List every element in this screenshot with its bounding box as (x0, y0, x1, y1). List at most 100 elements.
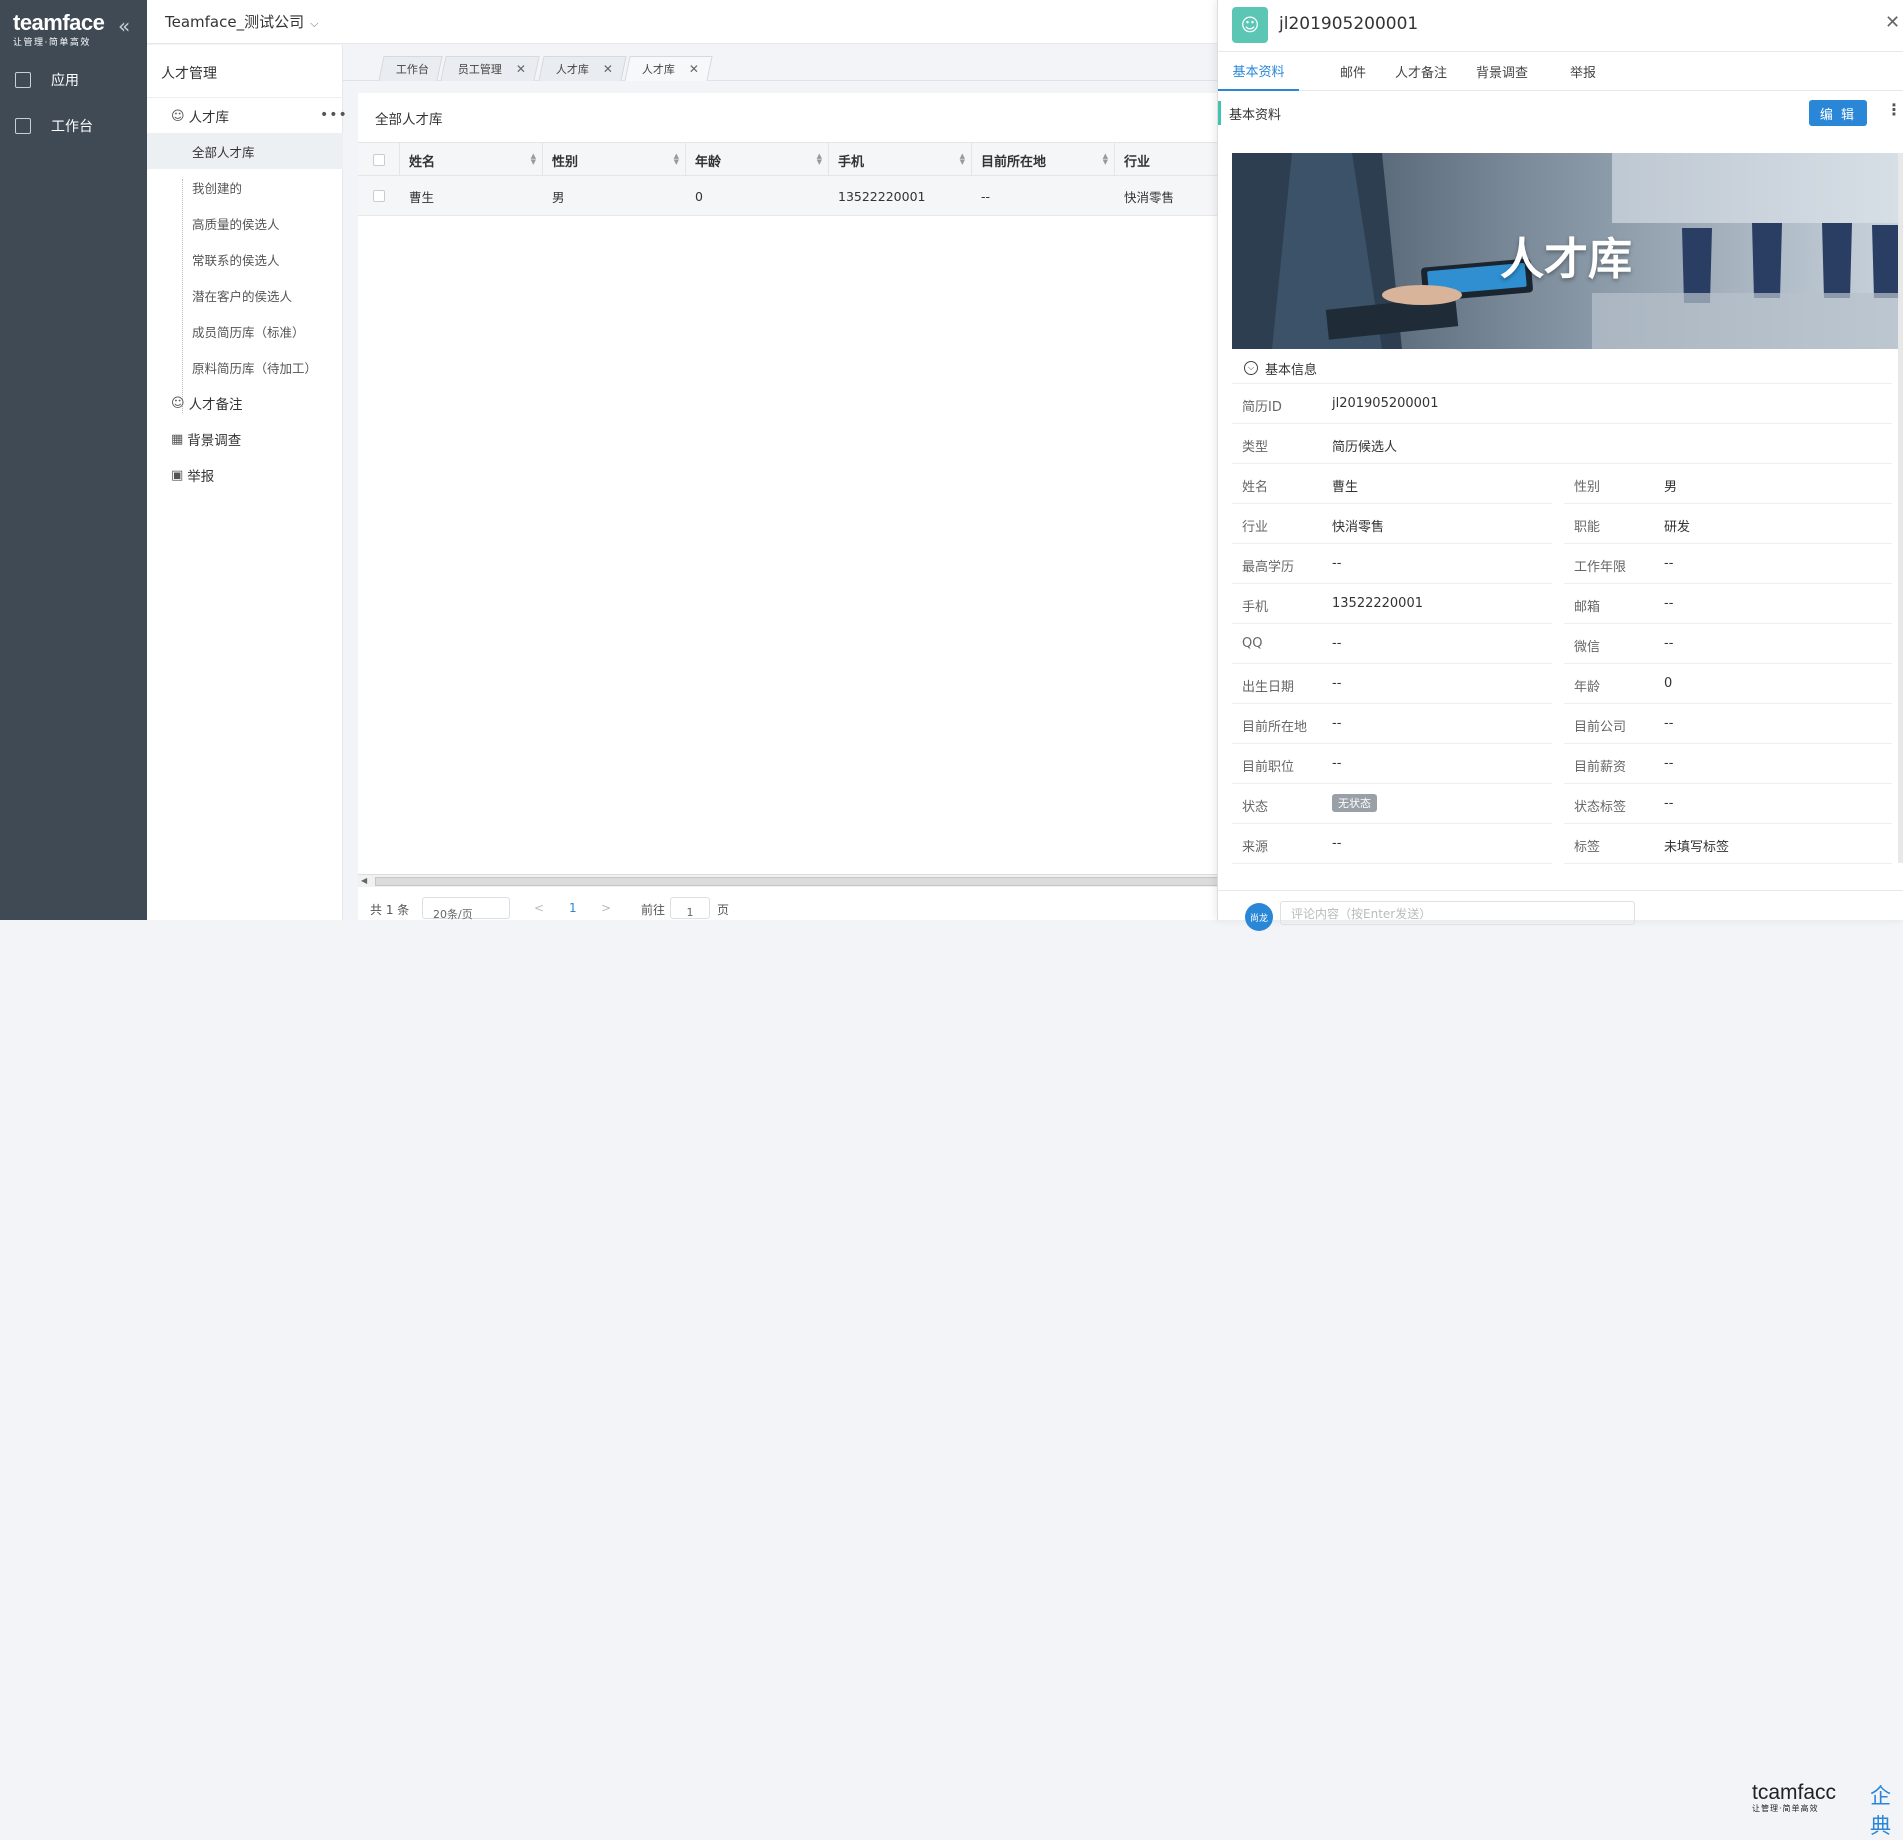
field-row: 状态 无状态 (1232, 784, 1552, 824)
select-all-cell (358, 143, 400, 177)
logo-text: teamface (13, 10, 105, 35)
select-all-checkbox[interactable] (372, 154, 385, 166)
tab-employee-management[interactable]: 员工管理 ✕ (440, 56, 540, 81)
column-header-age[interactable]: 年龄 ▲ ▼ (686, 143, 829, 177)
sort-icon[interactable]: ▲ ▼ (531, 153, 536, 166)
field-label: 手机 (1242, 600, 1269, 615)
close-icon[interactable]: ✕ (689, 62, 699, 76)
tree-leaf-high-quality[interactable]: 高质量的侯选人 (147, 205, 343, 241)
field-value: 快消零售 (1332, 520, 1385, 535)
tab-label: 员工管理 (457, 63, 502, 76)
next-page-icon[interactable]: > (601, 901, 611, 915)
field-row: 邮箱 -- (1564, 584, 1892, 624)
logo[interactable]: teamface 让管理·简单高效 (13, 10, 105, 49)
field-row: 姓名 曹生 (1232, 464, 1552, 504)
field-label: 简历ID (1242, 400, 1282, 415)
edit-button[interactable]: 编 辑 (1809, 100, 1867, 126)
field-value: -- (1664, 716, 1674, 731)
page-number[interactable]: 1 (569, 901, 577, 915)
sort-icon[interactable]: ▲ ▼ (674, 153, 679, 166)
people-icon: ☺ (171, 395, 185, 411)
vertical-scrollbar[interactable] (1898, 153, 1903, 863)
page-size-select[interactable]: 20条/页 (422, 897, 510, 921)
brand-slogan: 让管理·简单高效 (1752, 1804, 1819, 1813)
tab-basic-info[interactable]: 基本资料 (1218, 52, 1299, 91)
tab-talent-pool-2[interactable]: 人才库 ✕ (624, 56, 713, 81)
field-value: -- (1664, 796, 1674, 811)
field-value: 研发 (1664, 520, 1691, 535)
company-selector[interactable]: Teamface_测试公司 ⌵ (165, 11, 318, 32)
more-vertical-icon[interactable]: ⋮ (1886, 100, 1902, 119)
banner-image: 人才库 (1232, 153, 1901, 349)
field-row: 职能 研发 (1564, 504, 1892, 544)
tab-workbench[interactable]: 工作台 (378, 56, 443, 81)
field-label: 标签 (1574, 840, 1601, 855)
field-label: 状态标签 (1574, 800, 1627, 815)
field-label: 来源 (1242, 840, 1269, 855)
column-label: 年龄 (695, 154, 722, 170)
field-value: -- (1664, 756, 1674, 771)
scroll-left-icon[interactable]: ◀ (361, 876, 367, 885)
nav-item-apps[interactable]: 应用 (0, 60, 147, 100)
nav-item-workbench[interactable]: 工作台 (0, 106, 147, 146)
tree-node-label: 人才备注 (188, 397, 243, 413)
collapse-nav-icon[interactable]: « (118, 14, 130, 38)
tree-node-background-check[interactable]: ▦ 背景调查 (171, 429, 241, 450)
sort-icon[interactable]: ▲ ▼ (817, 153, 822, 166)
field-row: 行业 快消零售 (1232, 504, 1552, 544)
goto-label: 前往 (641, 903, 666, 917)
tree-leaf-all[interactable]: 全部人才库 (147, 133, 343, 169)
tab-report[interactable]: 举报 (1570, 52, 1596, 91)
row-checkbox[interactable] (373, 190, 385, 202)
group-toggle-basic-info[interactable]: ⌵ 基本信息 (1232, 353, 1892, 384)
tree-leaf-mine[interactable]: 我创建的 (147, 169, 343, 205)
tree-node-talent-pool[interactable]: ☺ 人才库 (171, 106, 230, 127)
close-icon[interactable]: ✕ (516, 62, 526, 76)
table-header: 姓名 ▲ ▼ 性别 ▲ ▼ 年龄 ▲ ▼ 手机 ▲ ▼ 目前所在地 ▲ ▼ 行业 (358, 142, 1219, 177)
tree-leaf-member-resume[interactable]: 成员简历库（标准） (147, 313, 343, 349)
people-icon: ☺ (171, 108, 185, 124)
tree-node-label: 人才库 (188, 110, 230, 126)
field-value-status: 无状态 (1332, 794, 1377, 812)
field-label: 工作年限 (1574, 560, 1627, 575)
box-icon: ▣ (171, 467, 184, 483)
field-value: 未填写标签 (1664, 840, 1730, 855)
cell-name[interactable]: 曹生 (400, 176, 543, 216)
cell-phone: 13522220001 (838, 188, 926, 204)
list-view: 全部人才库 姓名 ▲ ▼ 性别 ▲ ▼ 年龄 ▲ ▼ 手机 ▲ ▼ 目前所在地 ▲ ▼ 行业 曹生 … (358, 93, 1220, 921)
tab-talent-notes[interactable]: 人才备注 (1395, 52, 1447, 91)
more-options-icon[interactable]: ••• (320, 107, 348, 123)
tree-leaf-frequent-contact[interactable]: 常联系的侯选人 (147, 241, 343, 277)
column-header-location[interactable]: 目前所在地 ▲ ▼ (972, 143, 1115, 177)
tree-node-talent-notes[interactable]: ☺ 人才备注 (171, 393, 243, 414)
table-row[interactable]: 曹生 男 0 13522220001 -- 快消零售 (358, 176, 1219, 216)
tree-leaf-potential-customer[interactable]: 潜在客户的侯选人 (147, 277, 343, 313)
prev-page-icon[interactable]: < (534, 901, 544, 915)
book-icon: ▦ (171, 431, 184, 447)
column-header-industry[interactable]: 行业 (1115, 143, 1219, 177)
field-value: -- (1332, 636, 1342, 651)
main-nav: teamface 让管理·简单高效 « 应用 工作台 (0, 0, 147, 920)
tab-talent-pool-1[interactable]: 人才库 ✕ (538, 56, 627, 81)
comment-input[interactable]: 评论内容（按Enter发送） (1280, 901, 1635, 925)
horizontal-scrollbar[interactable]: ◀ (358, 874, 1220, 887)
scrollbar-thumb[interactable] (375, 877, 1220, 886)
column-header-phone[interactable]: 手机 ▲ ▼ (829, 143, 972, 177)
close-icon[interactable]: ✕ (603, 62, 613, 76)
sort-icon[interactable]: ▲ ▼ (960, 153, 965, 166)
tree-node-report[interactable]: ▣ 举报 (171, 465, 214, 486)
tree-leaf-raw-resume[interactable]: 原料简历库（待加工） (147, 349, 343, 385)
column-header-gender[interactable]: 性别 ▲ ▼ (543, 143, 686, 177)
chevron-down-icon: ⌵ (1244, 361, 1258, 375)
field-value: -- (1332, 836, 1342, 851)
section-heading: 基本资料 (1218, 101, 1281, 125)
close-icon[interactable]: ✕ (1885, 12, 1900, 33)
field-row: 目前公司 -- (1564, 704, 1892, 744)
sort-icon[interactable]: ▲ ▼ (1103, 153, 1108, 166)
column-header-name[interactable]: 姓名 ▲ ▼ (400, 143, 543, 177)
cell-location: -- (981, 188, 991, 204)
tab-mail[interactable]: 邮件 (1340, 52, 1366, 91)
tab-background-check[interactable]: 背景调查 (1476, 52, 1528, 91)
goto-value: 1 (686, 906, 694, 919)
goto-page-input[interactable]: 1 (670, 897, 710, 919)
